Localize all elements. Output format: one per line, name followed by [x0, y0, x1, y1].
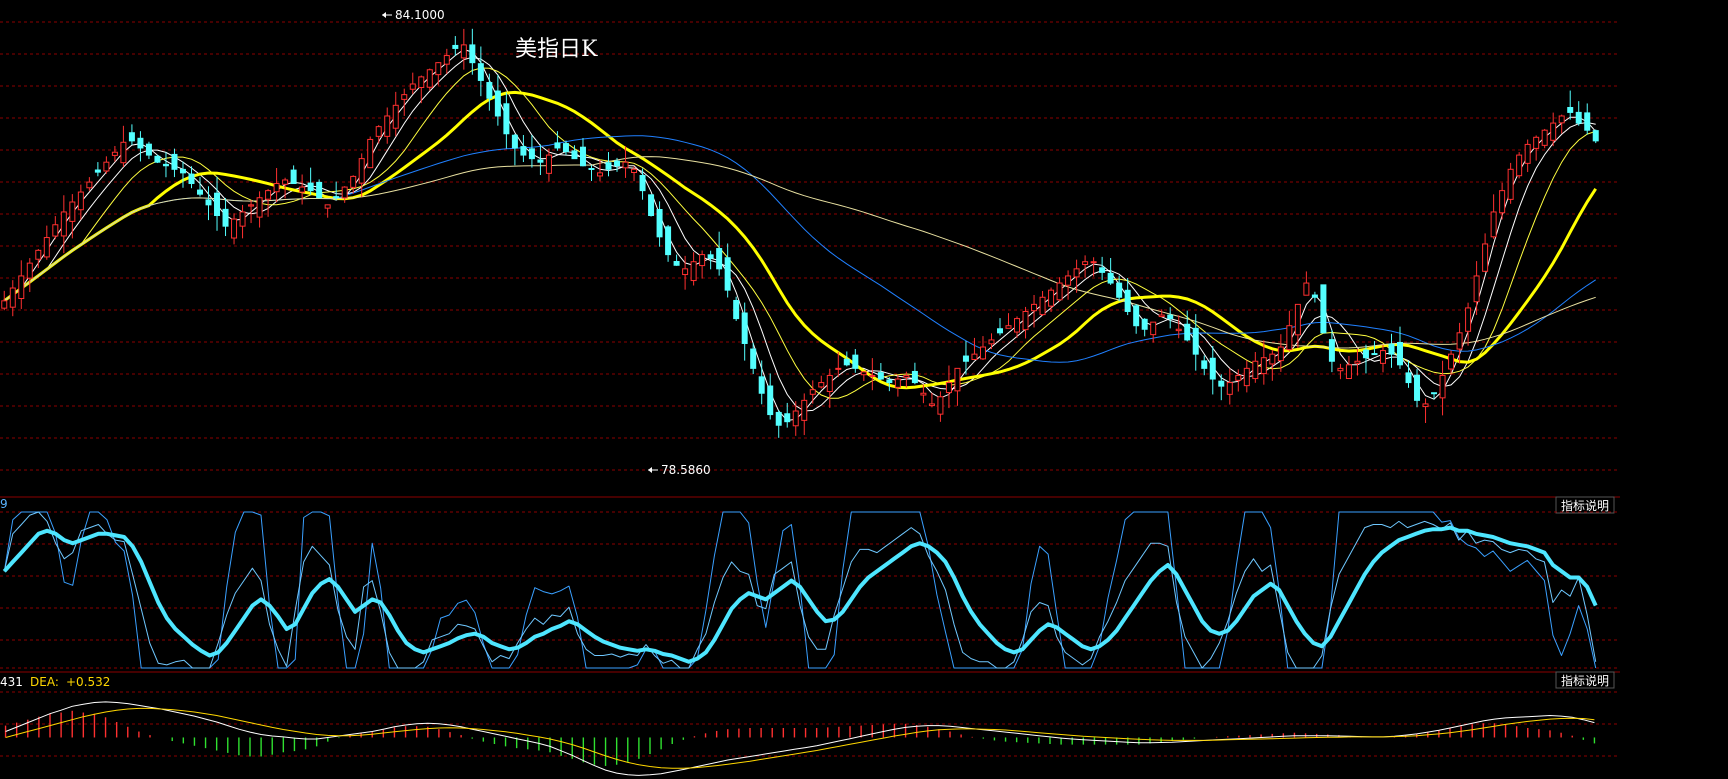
macd-dea-value: +0.532: [66, 675, 110, 689]
macd-explain-label: 指标说明: [1561, 673, 1609, 688]
candle: [1592, 129, 1599, 144]
candle: [426, 68, 433, 91]
candle: [1320, 284, 1327, 334]
candle: [733, 296, 740, 321]
macd-dea-label: DEA:: [30, 675, 59, 689]
candle: [1516, 152, 1523, 179]
candle: [154, 154, 161, 164]
macd-dif-label: 431: [0, 675, 23, 689]
macd-explain-button[interactable]: 指标说明: [1555, 671, 1615, 689]
high-label: 84.1000: [395, 8, 445, 22]
kdj-param-label: 9: [0, 497, 8, 511]
candle: [648, 194, 655, 217]
chart-stage: 84.1000 78.5860 美指日K 9 指标说明 431 DEA: +0.…: [0, 0, 1728, 779]
low-label: 78.5860: [661, 463, 711, 477]
chart-title: 美指日K: [515, 37, 598, 62]
candle: [316, 179, 323, 199]
candle: [1541, 128, 1548, 149]
kdj-explain-button[interactable]: 指标说明: [1555, 496, 1615, 514]
kdj-explain-label: 指标说明: [1561, 498, 1609, 513]
candle: [1507, 162, 1514, 204]
candle: [367, 136, 374, 169]
